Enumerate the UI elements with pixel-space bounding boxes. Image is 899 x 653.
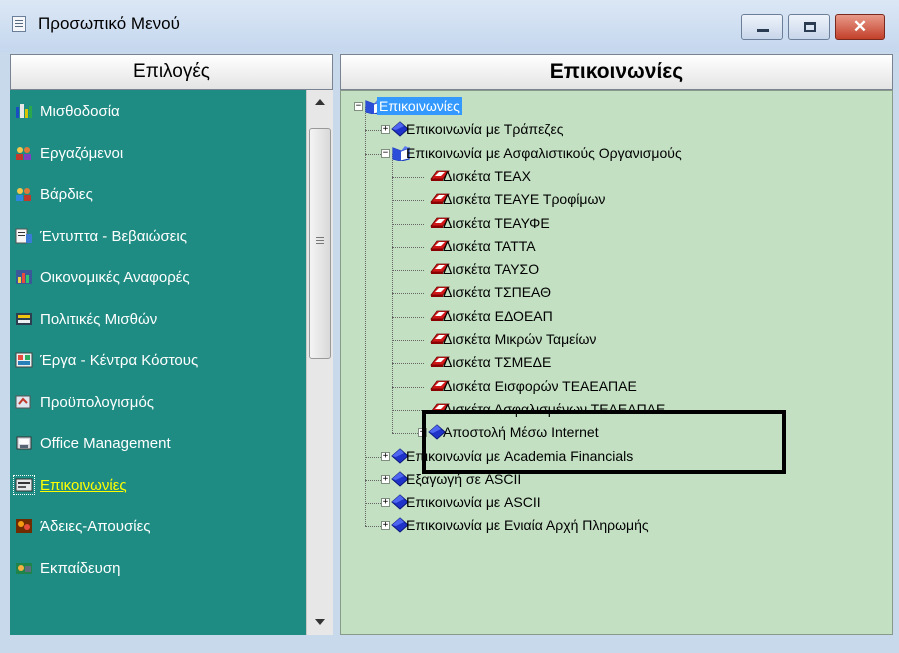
close-icon: ✕: [852, 17, 868, 36]
nav-item[interactable]: Εκπαίδευση: [10, 554, 306, 584]
communications-icon: [13, 474, 35, 495]
tree-node[interactable]: Δισκέτα ΤΕΑΥΕ Τροφίμων: [341, 189, 881, 211]
nav-item-label: Έργα - Κέντρα Κόστους: [40, 352, 199, 369]
nav-item[interactable]: Office Management: [10, 429, 306, 459]
nav-item[interactable]: Μισθοδοσία: [10, 97, 306, 127]
tree-node[interactable]: Δισκέτα Εισφορών ΤΕΑΕΑΠΑΕ: [341, 376, 881, 398]
budget-icon: [15, 394, 33, 410]
expand-icon[interactable]: +: [381, 521, 390, 531]
nav-item-label: Πολιτικές Μισθών: [40, 310, 158, 328]
tree-node-label: Δισκέτα ΤΕΑΧ: [443, 167, 531, 184]
options-scrollbar[interactable]: [306, 90, 333, 635]
nav-item[interactable]: Οικονομικές Αναφορές: [10, 263, 306, 293]
tree-node-label: Επικοινωνίες: [377, 97, 462, 115]
tree-node-label: Δισκέτα ΤΑΥΣΟ: [443, 261, 540, 278]
scroll-up-button[interactable]: [307, 90, 333, 116]
nav-item-label: Προϋπολογισμός: [40, 393, 155, 411]
communications-tree: − Επικοινωνίες + Επικοινωνία με Τράπεζες − Επ…: [340, 90, 893, 635]
tree-node[interactable]: Δισκέτα ΤΑΤΤΑ: [341, 236, 881, 258]
nav-item[interactable]: Εργαζόμενοι: [10, 139, 306, 169]
tree-node-label: Δισκέτα ΤΕΑΥΕ Τροφίμων: [443, 191, 606, 208]
tree-node-label: Δισκέτα ΤΕΑΥΦΕ: [443, 214, 550, 231]
window-title: Προσωπικό Μενού: [38, 14, 180, 33]
tree-node[interactable]: Δισκέτα ΤΕΑΧ: [341, 166, 881, 188]
scroll-down-button[interactable]: [307, 609, 333, 635]
left-panel-header: Επιλογές: [10, 54, 333, 90]
tree-node[interactable]: Δισκέτα ΤΑΥΣΟ: [341, 259, 881, 281]
projects-icon: [15, 352, 33, 368]
tree-node-label: Επικοινωνία με Ασφαλιστικούς Οργανισμούς: [406, 144, 682, 161]
collapse-icon[interactable]: −: [381, 148, 390, 158]
nav-item-label: Έντυπτα - Βεβαιώσεις: [40, 227, 187, 245]
tree-node-label: Δισκέτα ΤΣΜΕΔΕ: [443, 354, 552, 371]
nav-item[interactable]: Έργα - Κέντρα Κόστους: [10, 346, 306, 376]
title-bar[interactable]: Προσωπικό Μενού ✕: [0, 0, 899, 52]
tree-node-label: Επικοινωνία με ASCII: [406, 494, 541, 511]
expand-icon[interactable]: +: [381, 451, 390, 461]
tree-node[interactable]: + Επικοινωνία με Τράπεζες: [341, 119, 881, 141]
tree-node[interactable]: + Επικοινωνία με ASCII: [341, 492, 881, 514]
nav-item-label: Μισθοδοσία: [40, 103, 120, 120]
tree-node[interactable]: Δισκέτα ΤΕΑΥΦΕ: [341, 213, 881, 235]
tree-node[interactable]: + Επικοινωνία με Ενιαία Αρχή Πληρωμής: [341, 515, 881, 537]
tree-node[interactable]: Δισκέτα Μικρών Ταμείων: [341, 329, 881, 351]
nav-item-label: Office Management: [40, 435, 171, 452]
training-icon: [15, 560, 33, 576]
tree-node-label: Δισκέτα Εισφορών ΤΕΑΕΑΠΑΕ: [443, 377, 637, 394]
tree-node[interactable]: − Επικοινωνίες: [341, 96, 881, 118]
nav-item-label: Εκπαίδευση: [40, 559, 121, 577]
tree-node[interactable]: Δισκέτα ΤΣΜΕΔΕ: [341, 352, 881, 374]
leave-icon: [15, 518, 33, 534]
maximize-button[interactable]: [788, 14, 830, 40]
office-icon: [15, 435, 33, 451]
tree-node[interactable]: − Επικοινωνία με Ασφαλιστικούς Οργανισμού…: [341, 143, 881, 165]
nav-item[interactable]: Επικοινωνίες: [10, 471, 306, 501]
payroll-icon: [15, 103, 33, 119]
tree-node-label: Δισκέτα ΤΑΤΤΑ: [443, 237, 536, 254]
tree-node-label: Δισκέτα Μικρών Ταμείων: [443, 331, 597, 347]
nav-item-label: Βάρδιες: [40, 186, 93, 203]
nav-item[interactable]: Βάρδιες: [10, 180, 306, 210]
nav-item[interactable]: Πολιτικές Μισθών: [10, 305, 306, 335]
employees-icon: [15, 145, 33, 161]
nav-item-label: Εργαζόμενοι: [40, 144, 124, 162]
nav-item-label: Επικοινωνίες: [40, 476, 127, 494]
options-list: Μισθοδοσία Εργαζόμενοι Βάρδιες Έντυπτα - Βε…: [10, 90, 306, 635]
nav-item-label: Οικονομικές Αναφορές: [40, 269, 190, 286]
minimize-icon: [757, 29, 769, 32]
tree-node-label: Δισκέτα ΕΔΟΕΑΠ: [443, 307, 553, 324]
nav-item[interactable]: Προϋπολογισμός: [10, 388, 306, 418]
shifts-icon: [15, 186, 33, 202]
tree-node-label: Δισκέτα ΤΣΠΕΑΘ: [443, 284, 551, 301]
highlight-annotation-box: [422, 410, 786, 474]
salary-policies-icon: [15, 311, 33, 327]
nav-item-label: Άδειες-Απουσίες: [40, 518, 151, 535]
nav-item[interactable]: Άδειες-Απουσίες: [10, 512, 306, 542]
close-button[interactable]: ✕: [835, 14, 885, 40]
maximize-icon: [804, 22, 816, 32]
tree-node-label: Επικοινωνία με Ενιαία Αρχή Πληρωμής: [406, 517, 649, 534]
expand-icon[interactable]: +: [381, 498, 390, 508]
scroll-thumb[interactable]: [309, 128, 331, 359]
tree-node[interactable]: Δισκέτα ΕΔΟΕΑΠ: [341, 306, 881, 328]
financial-reports-icon: [15, 269, 33, 285]
tree-node-label: Επικοινωνία με Τράπεζες: [406, 121, 564, 138]
minimize-button[interactable]: [741, 14, 783, 40]
collapse-icon[interactable]: −: [354, 102, 363, 111]
expand-icon[interactable]: +: [381, 125, 390, 135]
forms-icon: [15, 228, 33, 244]
nav-item[interactable]: Έντυπτα - Βεβαιώσεις: [10, 222, 306, 252]
expand-icon[interactable]: +: [381, 474, 390, 484]
window-menu-icon[interactable]: [12, 16, 26, 32]
right-panel-header: Επικοινωνίες: [340, 54, 893, 90]
tree-node[interactable]: Δισκέτα ΤΣΠΕΑΘ: [341, 282, 881, 304]
